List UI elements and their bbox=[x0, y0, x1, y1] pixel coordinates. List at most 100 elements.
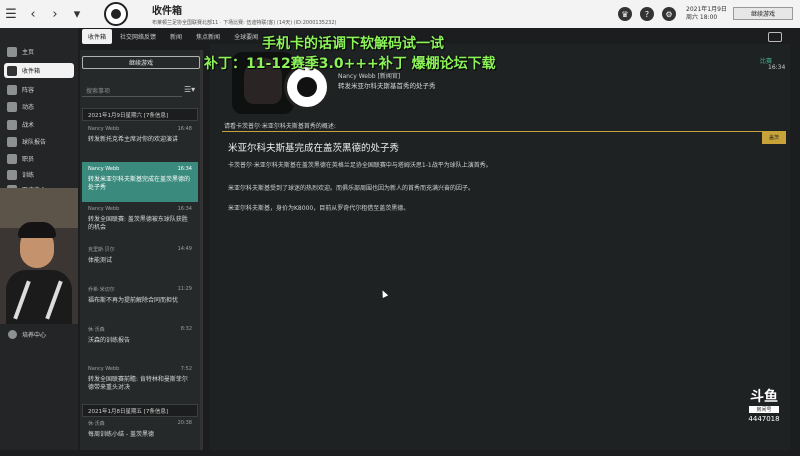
inbox-icon bbox=[7, 65, 17, 76]
page-title: 收件箱 bbox=[152, 6, 182, 17]
list-item[interactable]: Nancy Webb 7:52 转发全国联赛前瞻: 肯特林和曼斯菲尔德带来重头对… bbox=[82, 362, 198, 402]
message-subject: 转发全国联赛: 盖茨黑德被东球队获胜的机会 bbox=[88, 216, 188, 231]
sidebar-item-staff[interactable]: 职员 bbox=[4, 151, 74, 166]
message-header-time: 16:34 bbox=[768, 64, 786, 71]
sidebar-item-label: 主页 bbox=[22, 49, 35, 56]
sidebar-toggle-icon[interactable]: ☰ bbox=[0, 0, 22, 28]
list-continue-button[interactable]: 继续游戏 bbox=[82, 56, 200, 69]
news-paragraph: 米亚尔科夫斯基，身价为K8000，目前从罗奇代尔租借至盖茨黑德。 bbox=[228, 205, 410, 212]
room-id: 4447018 bbox=[748, 415, 780, 423]
news-title: 米亚尔科夫斯基完成在盖茨黑德的处子秀 bbox=[228, 143, 400, 154]
list-item-selected[interactable]: Nancy Webb 16:34 转发米亚尔科夫斯基完成在盖茨黑德的处子秀 bbox=[82, 162, 198, 202]
list-item[interactable]: 休·沃森 8:32 沃森的训练报告 bbox=[82, 322, 198, 362]
filter-menu-icon[interactable]: ☰▾ bbox=[184, 85, 195, 94]
card-tag: 盖茨 bbox=[762, 131, 786, 144]
list-item[interactable]: 乔希·米切尔 11:29 福布斯不再为提前解除合同而担忧 bbox=[82, 282, 198, 322]
sidebar-item-label: 职员 bbox=[22, 156, 35, 163]
sidebar-item-label: 动态 bbox=[22, 104, 35, 111]
stream-logo-sub: 房间号 bbox=[749, 406, 779, 413]
tab-news[interactable]: 新闻 bbox=[164, 29, 188, 44]
message-list-panel: 继续游戏 搜索事项 ☰▾ 2021年1月9日星期六 [7条信息] Nancy W… bbox=[80, 50, 202, 450]
news-paragraph: 米亚尔科夫斯基受到了球迷的热烈欢迎。而俱乐部周围也因为新人的首秀而充满兴奋的因子… bbox=[228, 185, 475, 192]
weekday-text: 周六 18:00 bbox=[686, 14, 718, 21]
squad-icon bbox=[7, 84, 17, 95]
briefcase-icon[interactable] bbox=[768, 32, 782, 42]
inbox-tabs: 收件箱 社交网络反馈 新闻 焦点新闻 全球要闻 bbox=[82, 28, 264, 44]
message-sender: 乔希·米切尔 bbox=[88, 287, 115, 293]
message-time: 20:38 bbox=[177, 420, 192, 426]
list-item[interactable]: 克里斯·贝尔 14:49 体能测试 bbox=[82, 242, 198, 282]
tab-inbox[interactable]: 收件箱 bbox=[82, 28, 113, 44]
sidebar-item-development[interactable]: 培养中心 bbox=[8, 330, 46, 339]
game-date: 2021年1月9日 周六 18:00 bbox=[686, 6, 727, 22]
sidebar-item-label: 阵容 bbox=[22, 87, 35, 94]
top-bar-icons: ♛ ? ⚙ bbox=[618, 7, 676, 21]
message-time: 16:34 bbox=[177, 206, 192, 212]
staff-icon bbox=[7, 153, 17, 164]
message-time: 14:49 bbox=[177, 246, 192, 252]
list-item[interactable]: 休·沃森 20:38 每周训练小结 - 盖茨黑德 bbox=[82, 416, 198, 456]
dynamics-icon bbox=[7, 101, 17, 112]
webcam-person-hair bbox=[18, 222, 56, 238]
message-header-subject: 转发米亚尔科夫斯基首秀的处子秀 bbox=[338, 82, 436, 90]
message-subject: 体能测试 bbox=[88, 257, 113, 264]
message-sender: 克里斯·贝尔 bbox=[88, 247, 115, 253]
sidebar-item-training[interactable]: 训练 bbox=[4, 167, 74, 182]
message-time: 7:52 bbox=[180, 366, 192, 372]
webcam-overlay bbox=[0, 188, 78, 324]
settings-gear-icon[interactable]: ⚙ bbox=[662, 7, 676, 21]
message-time: 16:48 bbox=[177, 126, 192, 132]
message-sender: Nancy Webb bbox=[88, 126, 120, 132]
tab-social-feedback[interactable]: 社交网络反馈 bbox=[114, 29, 162, 44]
message-time: 8:32 bbox=[180, 326, 192, 332]
message-subject: 转发米亚尔科夫斯基完成在盖茨黑德的处子秀 bbox=[88, 176, 191, 191]
message-sender: Nancy Webb bbox=[88, 166, 120, 172]
message-sender: 休·沃森 bbox=[88, 421, 105, 427]
news-card: 盖茨 米亚尔科夫斯基完成在盖茨黑德的处子秀 卡茨普尔·米亚尔科夫斯基在盖茨黑德在… bbox=[222, 131, 786, 221]
search-input[interactable]: 搜索事项 bbox=[82, 84, 182, 97]
page-subtitle: 布莱顿兰足协全国联赛北部11 · 下场比赛: 伍迪特联(客) (14天) (ID… bbox=[152, 20, 337, 26]
sidebar-item-label: 训练 bbox=[22, 172, 35, 179]
sidebar-item-dynamics[interactable]: 动态 bbox=[4, 99, 74, 114]
sidebar-item-label: 球队报告 bbox=[22, 139, 47, 146]
training-icon bbox=[7, 169, 17, 180]
stream-overlay-text-2: 补丁：11-12赛季3.0+++补丁 爆棚论坛下载 bbox=[204, 56, 496, 72]
date-text: 2021年1月9日 bbox=[686, 6, 727, 13]
report-icon bbox=[7, 136, 17, 147]
message-subject: 每周训练小结 - 盖茨黑德 bbox=[88, 431, 154, 438]
message-sender: Nancy Webb bbox=[88, 206, 120, 212]
title-block: 收件箱 布莱顿兰足协全国联赛北部11 · 下场比赛: 伍迪特联(客) (14天)… bbox=[152, 2, 336, 26]
development-icon bbox=[8, 330, 17, 339]
club-badge-icon[interactable] bbox=[104, 2, 128, 26]
tactics-icon bbox=[7, 119, 17, 130]
tab-world-news[interactable]: 全球要闻 bbox=[228, 29, 264, 44]
sidebar-item-home[interactable]: 主页 bbox=[4, 44, 74, 59]
sidebar-item-inbox[interactable]: 收件箱 bbox=[4, 63, 74, 78]
news-paragraph: 卡茨普尔·米亚尔科夫斯基在盖茨黑德在英格兰足协全国联赛中与塔姆沃思1-1战平为球… bbox=[228, 162, 492, 169]
trophy-icon[interactable]: ♛ bbox=[618, 7, 632, 21]
message-subject: 福布斯不再为提前解除合同而担忧 bbox=[88, 297, 179, 304]
help-icon[interactable]: ? bbox=[640, 7, 654, 21]
list-item[interactable]: Nancy Webb 16:34 转发全国联赛: 盖茨黑德被东球队获胜的机会 bbox=[82, 202, 198, 242]
sidebar-item-team-report[interactable]: 球队报告 bbox=[4, 134, 74, 149]
date-group-header[interactable]: 2021年1月9日星期六 [7条信息] bbox=[82, 108, 198, 121]
message-subject: 转发全国联赛前瞻: 肯特林和曼斯菲尔德带来重头对决 bbox=[88, 376, 188, 391]
sidebar-item-tactics[interactable]: 战术 bbox=[4, 117, 74, 132]
sidebar-item-label: 培养中心 bbox=[22, 332, 47, 339]
home-icon bbox=[7, 46, 17, 57]
sidebar-item-squad[interactable]: 阵容 bbox=[4, 82, 74, 97]
stream-logo: 斗鱼 房间号 4447018 bbox=[742, 390, 786, 436]
sidebar-item-label: 收件箱 bbox=[22, 68, 41, 75]
tab-headlines[interactable]: 焦点新闻 bbox=[190, 29, 226, 44]
list-scrollbar[interactable] bbox=[200, 50, 203, 450]
history-dropdown-icon[interactable]: ▾ bbox=[66, 0, 88, 28]
message-sender: 休·沃森 bbox=[88, 327, 105, 333]
message-time: 11:29 bbox=[177, 286, 192, 292]
card-divider bbox=[222, 131, 762, 132]
list-item[interactable]: Nancy Webb 16:48 转发新托克希主席对你的欢迎演讲 bbox=[82, 122, 198, 162]
stream-overlay-text-1: 手机卡的话调下软解码试一试 bbox=[262, 36, 444, 52]
forward-arrow-icon[interactable]: › bbox=[44, 0, 66, 28]
back-arrow-icon[interactable]: ‹ bbox=[22, 0, 44, 28]
continue-game-button[interactable]: 继续游戏 bbox=[733, 7, 793, 20]
message-subject: 转发新托克希主席对你的欢迎演讲 bbox=[88, 136, 179, 143]
